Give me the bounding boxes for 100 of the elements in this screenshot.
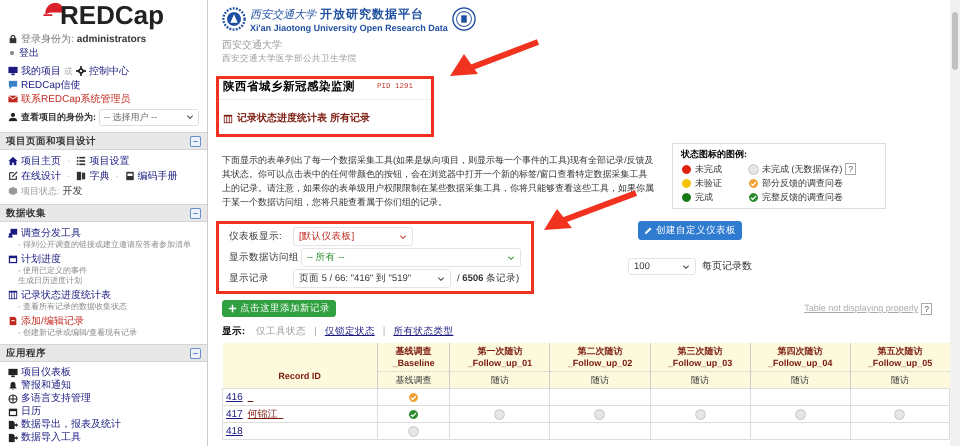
column-header: 基线调查 _Baseline	[377, 343, 450, 372]
section-header: 数据收集	[0, 204, 207, 222]
separator-dot: ·	[67, 154, 70, 168]
form-header: 随访	[750, 372, 850, 388]
nav-link[interactable]: 警报和通知	[21, 379, 71, 392]
help-button[interactable]: ?	[921, 302, 932, 314]
edit-icon	[8, 171, 18, 181]
legend-title: 状态图标的图例:	[681, 148, 748, 161]
legend-label: 未完成	[695, 162, 722, 176]
nav-link[interactable]: 日历	[21, 405, 41, 418]
dot-icon	[8, 49, 16, 57]
per-page-label: 每页记录数	[702, 260, 752, 273]
login-label: 登录身份为:	[21, 32, 74, 46]
chevron-icon	[399, 232, 407, 240]
section-header: 项目页面和项目设计	[0, 132, 207, 150]
collapse-button[interactable]	[190, 136, 201, 146]
section-header: 应用程序	[0, 344, 207, 362]
per-page-select[interactable]: 100	[628, 258, 696, 275]
scrollbar[interactable]	[950, 0, 960, 446]
lock-icon	[8, 34, 18, 44]
my-projects-link[interactable]: 我的项目	[21, 64, 61, 78]
chevron-icon	[437, 274, 445, 282]
separator-dot: ·	[67, 170, 70, 182]
grid-icon	[8, 290, 18, 300]
description-text: 下面显示的表单列出了每一个数据采集工具(如果是纵向项目，则显示每一个事件的工具)现有全部记录/反馈及其状态。你可以点击表中的任何带颜色的按钮，会在浏览器中打开一个新的标签/窗口查看特定数据采集工具上的记录。请注意，如果你的表单级用户权限限制在某些数据采集工具，你将只能够查看这些工具，如果你属于某一个数据访问组，您将只能查看属于你们组的记录。	[222, 154, 654, 209]
export-icon	[8, 420, 18, 430]
monitor-icon	[8, 368, 18, 378]
legend-label: 未完成 (无数据保存)	[762, 162, 842, 176]
chevron-icon	[186, 113, 194, 121]
dashboard-select[interactable]: [默认仪表板]	[293, 227, 413, 246]
status-value: 开发	[62, 184, 83, 198]
column-header: Record ID	[222, 343, 378, 388]
project-title: 陕西省城乡新冠感染监测	[223, 81, 355, 94]
institution-name: 西安交通大学	[222, 40, 283, 52]
nav-link[interactable]: 多语言支持管理	[21, 392, 91, 405]
nav-link[interactable]: 添加/编辑记录	[21, 314, 84, 328]
form-header: 随访	[850, 372, 950, 388]
logo-text: REDCap	[60, 1, 164, 29]
create-dashboard-button[interactable]: 创建自定义仪表板	[638, 221, 742, 240]
nav-link[interactable]: 记录状态进度统计表	[21, 288, 111, 302]
grid-icon	[223, 114, 233, 124]
legend-label: 完整反馈的调查问卷	[762, 190, 843, 204]
collapse-button[interactable]	[190, 208, 201, 218]
legend-label: 完成	[695, 190, 713, 204]
nav-link[interactable]: 项目仪表板	[21, 366, 71, 379]
logout-link[interactable]: 登出	[19, 46, 39, 60]
record-name[interactable]: _	[248, 392, 254, 402]
chevron-icon	[682, 262, 690, 270]
record-name[interactable]: 何锦江_	[248, 408, 284, 420]
legend-label: 未验证	[695, 176, 722, 190]
nav-link[interactable]: 数据导入工具	[21, 431, 81, 444]
nav-link[interactable]: 数据导出，报表及统计	[21, 418, 121, 431]
nav-link[interactable]: 字典	[89, 170, 110, 182]
nav-link[interactable]: 调查分发工具	[21, 226, 81, 240]
separator-dot: ·	[115, 170, 119, 182]
record-link[interactable]: 418	[226, 426, 243, 436]
brand-calligraphy: 西安交通大学	[250, 6, 316, 22]
brand-title: 开放研究数据平台	[320, 6, 424, 22]
monitor-icon	[8, 66, 18, 76]
collapse-button[interactable]	[190, 348, 201, 358]
group-select[interactable]: -- 所有 --	[300, 248, 521, 267]
messenger-link[interactable]: REDCap信使	[21, 78, 80, 92]
nav-link[interactable]: 计划进度	[21, 252, 61, 266]
form-header: 随访	[650, 372, 750, 388]
user-icon	[8, 112, 18, 122]
mail-icon	[8, 94, 18, 104]
control-center-link[interactable]: 控制中心	[89, 64, 129, 78]
or-text: 或	[64, 64, 73, 78]
display-option[interactable]: 所有状态类型	[393, 324, 454, 338]
calendar-icon	[8, 254, 18, 264]
record-link[interactable]: 417	[226, 408, 243, 420]
view-as-label: 查看项目的身份为:	[21, 110, 96, 124]
column-header: 第三次随访 _Follow_up_03	[650, 343, 750, 372]
form-header: 基线调查	[377, 372, 450, 388]
book-icon	[76, 171, 86, 181]
form-header: 随访	[450, 372, 550, 388]
university-emblem-icon	[222, 7, 246, 31]
pencil-icon	[644, 226, 653, 235]
nav-link[interactable]: 项目主页	[21, 154, 61, 168]
display-option[interactable]: 仅锁定状态	[324, 324, 375, 338]
nav-link[interactable]: 项目设置	[89, 154, 130, 168]
contact-admin-link[interactable]: 联系REDCap系统管理员	[21, 92, 130, 106]
nav-link[interactable]: 在线设计	[21, 170, 61, 182]
department-name: 西安交通大学医学部公共卫生学院	[222, 52, 358, 64]
page-select[interactable]: 页面 5 / 66: "416" 到 "519"	[293, 269, 451, 288]
display-label: 显示:	[222, 324, 246, 338]
nav-link[interactable]: 编码手册	[138, 170, 178, 182]
chat-icon	[8, 80, 18, 90]
record-link[interactable]: 416	[226, 392, 243, 402]
filter-label: 显示记录	[229, 272, 270, 285]
brand-subtitle: Xi'an Jiaotong University Open Research Data	[250, 22, 448, 32]
help-button[interactable]: ?	[845, 163, 856, 175]
user-select[interactable]: -- 选择用户 --	[99, 108, 199, 126]
column-header: 第二次随访 _Follow_up_02	[550, 343, 650, 372]
column-header: 第五次随访 _Follow_up_05	[850, 343, 950, 372]
cube-icon	[8, 186, 18, 196]
separator: |	[382, 324, 386, 338]
bell-icon	[8, 380, 18, 390]
column-header: 第一次随访 _Follow_up_01	[450, 343, 550, 372]
filter-label: 仪表板显示:	[229, 230, 283, 243]
